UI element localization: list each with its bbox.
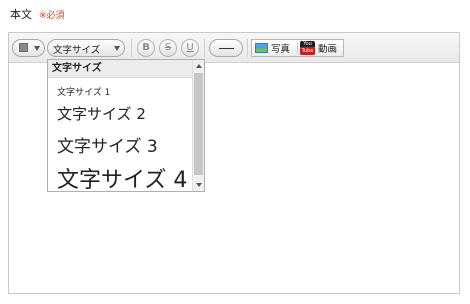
chevron-down-icon [34,46,40,51]
horizontal-rule-icon [219,48,234,49]
font-size-select[interactable]: 文字サイズ [47,39,125,57]
toolbar-divider [131,39,132,57]
scrollbar-thumb[interactable] [194,73,203,175]
media-divider [297,42,298,54]
dropdown-scrollbar[interactable] [192,60,204,191]
font-size-select-value: 文字サイズ [53,45,101,56]
font-size-option-1[interactable]: 文字サイズ 1 [57,85,110,98]
underline-button[interactable]: U [181,39,199,57]
font-size-option-2[interactable]: 文字サイズ 2 [57,103,146,124]
color-swatch [19,43,28,52]
required-mark: ※必須 [39,11,65,21]
dropdown-header: 文字サイズ [48,60,193,78]
text-color-picker[interactable] [12,39,45,57]
image-icon [255,43,268,53]
insert-video-label: 動画 [318,44,338,55]
toolbar-divider [247,39,248,57]
media-button-group: 写真 You Tube 動画 [251,39,344,57]
field-header: 本文 ※必須 [10,6,65,21]
font-size-dropdown[interactable]: 文字サイズ 文字サイズ 1 文字サイズ 2 文字サイズ 3 文字サイズ 4 [47,59,205,192]
font-size-option-4[interactable]: 文字サイズ 4 [57,162,187,191]
horizontal-rule-button[interactable] [209,39,243,57]
toolbar-divider [204,39,205,57]
scroll-up-icon[interactable] [196,64,202,68]
insert-photo-label: 写真 [271,44,291,55]
font-size-option-3[interactable]: 文字サイズ 3 [57,132,158,157]
scroll-down-icon[interactable] [196,183,202,187]
chevron-down-icon [114,46,120,51]
strikethrough-button[interactable]: S [159,39,177,57]
field-label: 本文 [10,8,32,21]
youtube-icon: You Tube [300,41,315,55]
bold-button[interactable]: B [137,39,155,57]
editor-frame: 本文 ※必須 文字サイズ B S U 写真 You Tube 動画 文字サイズ … [0,0,470,304]
